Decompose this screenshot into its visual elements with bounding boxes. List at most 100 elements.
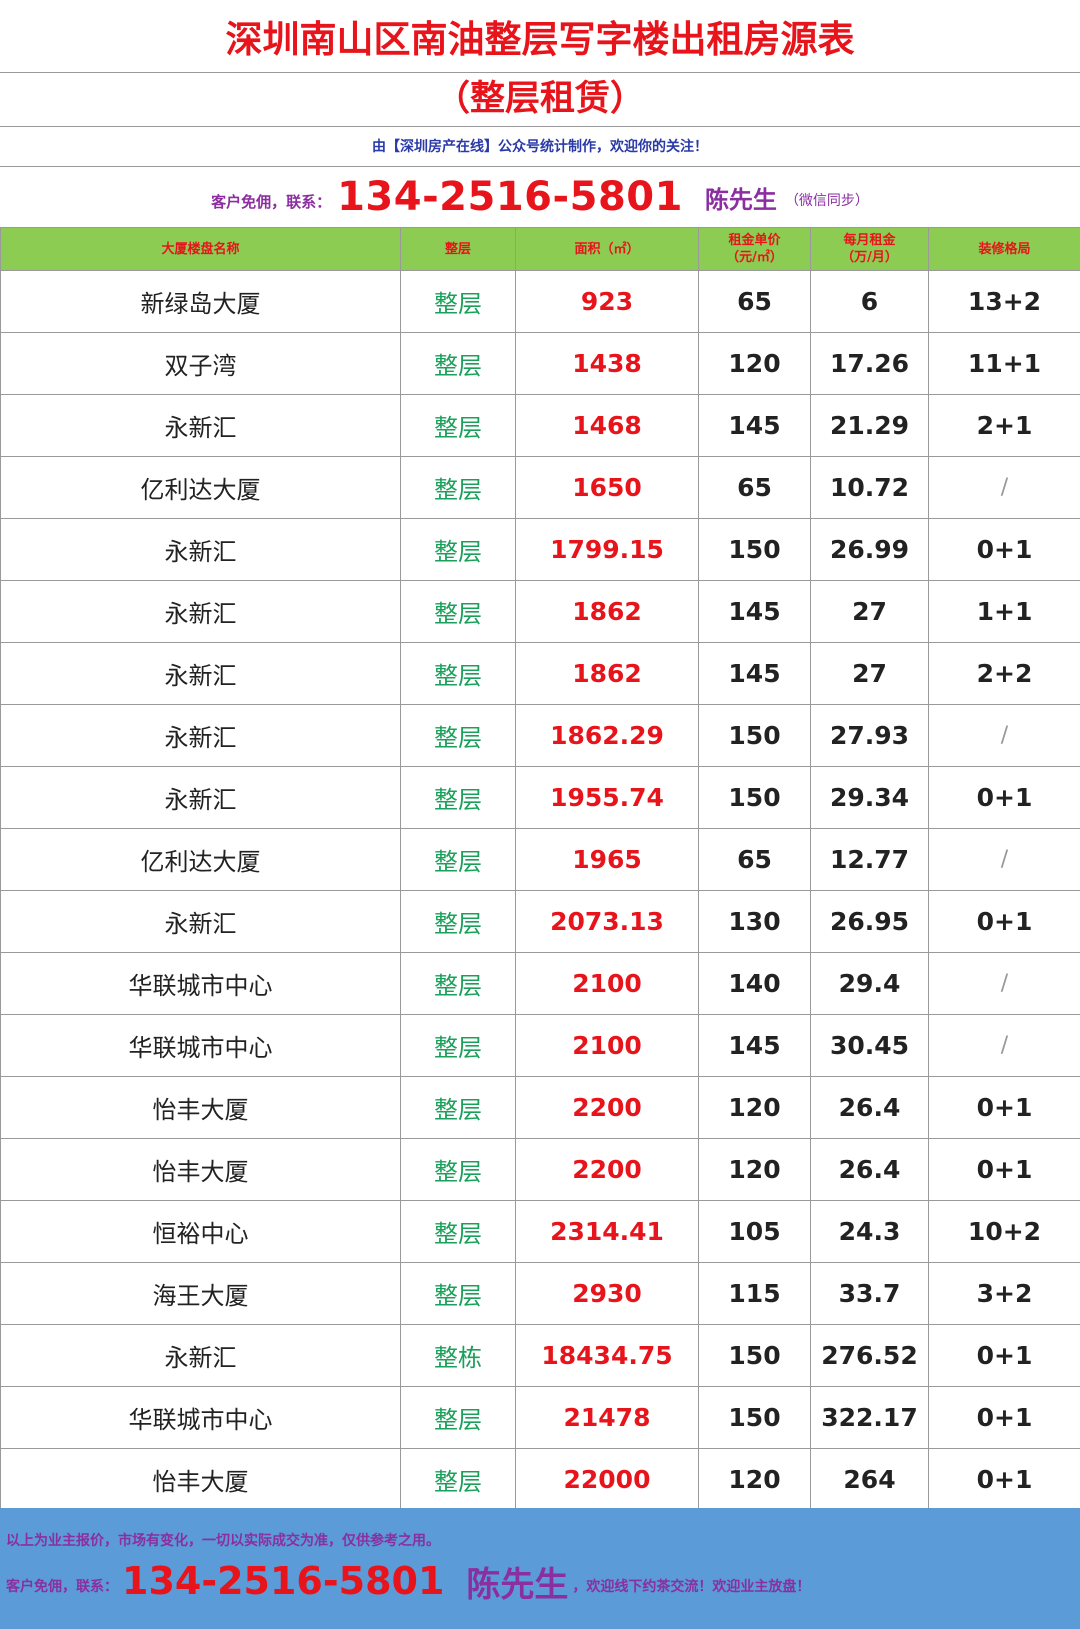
cell-lease-type: 整层 — [400, 332, 516, 395]
cell-unit-price: 120 — [698, 332, 811, 395]
cell-unit-price: 105 — [698, 1200, 811, 1263]
cell-lease-type: 整层 — [400, 642, 516, 705]
table-row: 恒裕中心 整层 2314.41 105 24.3 10+2 — [0, 1200, 1080, 1263]
cell-layout: 0+1 — [928, 1386, 1080, 1449]
cell-building-name: 永新汇 — [0, 704, 401, 767]
cell-layout: 0+1 — [928, 1448, 1080, 1511]
cell-building-name: 海王大厦 — [0, 1262, 401, 1325]
table-row: 永新汇 整层 1862 145 27 2+2 — [0, 642, 1080, 705]
cell-building-name: 怡丰大厦 — [0, 1076, 401, 1139]
table-row: 永新汇 整层 1468 145 21.29 2+1 — [0, 394, 1080, 457]
cell-area: 1955.74 — [515, 766, 699, 829]
cell-area: 1438 — [515, 332, 699, 395]
col-header-layout: 装修格局 — [928, 227, 1080, 271]
cell-area: 1862.29 — [515, 704, 699, 767]
cell-monthly-rent: 6 — [810, 270, 929, 333]
cell-building-name: 亿利达大厦 — [0, 828, 401, 891]
table-row: 亿利达大厦 整层 1965 65 12.77/ — [0, 828, 1080, 891]
cell-building-name: 永新汇 — [0, 580, 401, 643]
cell-unit-price: 145 — [698, 580, 811, 643]
cell-layout: 0+1 — [928, 1076, 1080, 1139]
cell-unit-price: 145 — [698, 642, 811, 705]
cell-lease-type: 整层 — [400, 1448, 516, 1511]
table-row: 永新汇 整栋 18434.75 150 276.52 0+1 — [0, 1324, 1080, 1387]
cell-lease-type: 整层 — [400, 580, 516, 643]
cell-unit-price: 120 — [698, 1448, 811, 1511]
cell-area: 22000 — [515, 1448, 699, 1511]
cell-monthly-rent: 29.34 — [810, 766, 929, 829]
cell-layout: / — [928, 704, 1080, 767]
cell-lease-type: 整层 — [400, 1262, 516, 1325]
cell-layout: 0+1 — [928, 766, 1080, 829]
cell-unit-price: 120 — [698, 1138, 811, 1201]
cell-layout: / — [928, 456, 1080, 519]
cell-monthly-rent: 276.52 — [810, 1324, 929, 1387]
cell-area: 1862 — [515, 580, 699, 643]
table-row: 怡丰大厦 整层 2200 120 26.4 0+1 — [0, 1138, 1080, 1201]
table-row: 怡丰大厦 整层 2200 120 26.4 0+1 — [0, 1076, 1080, 1139]
cell-area: 21478 — [515, 1386, 699, 1449]
cell-building-name: 永新汇 — [0, 394, 401, 457]
cell-area: 2100 — [515, 1014, 699, 1077]
cell-area: 1468 — [515, 394, 699, 457]
table-row: 永新汇 整层 1799.15 150 26.99 0+1 — [0, 518, 1080, 581]
table-row: 永新汇 整层 1862.29 150 27.93/ — [0, 704, 1080, 767]
cell-area: 2200 — [515, 1076, 699, 1139]
cell-monthly-rent: 33.7 — [810, 1262, 929, 1325]
cell-lease-type: 整层 — [400, 1138, 516, 1201]
cell-lease-type: 整层 — [400, 766, 516, 829]
listing-sheet: 深圳南山区南油整层写字楼出租房源表 （整层租赁） 由【深圳房产在线】公众号统计制… — [0, 0, 1080, 1629]
contact-label: 客户免佣，联系： — [211, 192, 332, 211]
cell-lease-type: 整层 — [400, 456, 516, 519]
wechat-sync-note: （微信同步） — [784, 193, 869, 209]
cell-monthly-rent: 30.45 — [810, 1014, 929, 1077]
cell-unit-price: 150 — [698, 518, 811, 581]
table-row: 亿利达大厦 整层 1650 65 10.72/ — [0, 456, 1080, 519]
cell-building-name: 恒裕中心 — [0, 1200, 401, 1263]
cell-unit-price: 120 — [698, 1076, 811, 1139]
cell-monthly-rent: 17.26 — [810, 332, 929, 395]
cell-layout: 0+1 — [928, 1138, 1080, 1201]
footer-phone: 134-2516-5801 — [122, 1559, 445, 1603]
cell-monthly-rent: 26.4 — [810, 1138, 929, 1201]
cell-building-name: 亿利达大厦 — [0, 456, 401, 519]
cell-building-name: 永新汇 — [0, 518, 401, 581]
cell-lease-type: 整层 — [400, 704, 516, 767]
cell-building-name: 永新汇 — [0, 1324, 401, 1387]
table-row: 永新汇 整层 2073.13 130 26.95 0+1 — [0, 890, 1080, 953]
cell-layout: 0+1 — [928, 518, 1080, 581]
cell-layout: 13+2 — [928, 270, 1080, 333]
cell-area: 2930 — [515, 1262, 699, 1325]
cell-monthly-rent: 27.93 — [810, 704, 929, 767]
cell-monthly-rent: 12.77 — [810, 828, 929, 891]
cell-layout: / — [928, 952, 1080, 1015]
cell-building-name: 华联城市中心 — [0, 1014, 401, 1077]
cell-layout: 0+1 — [928, 890, 1080, 953]
cell-building-name: 永新汇 — [0, 890, 401, 953]
cell-monthly-rent: 322.17 — [810, 1386, 929, 1449]
contact-name: 陈先生 — [704, 185, 777, 214]
cell-area: 2314.41 — [515, 1200, 699, 1263]
cell-layout: 2+2 — [928, 642, 1080, 705]
cell-building-name: 华联城市中心 — [0, 952, 401, 1015]
cell-area: 2073.13 — [515, 890, 699, 953]
cell-unit-price: 145 — [698, 1014, 811, 1077]
table-row: 永新汇 整层 1862 145 27 1+1 — [0, 580, 1080, 643]
cell-unit-price: 65 — [698, 270, 811, 333]
cell-monthly-rent: 26.95 — [810, 890, 929, 953]
footer-contact: 客户免佣，联系： 134-2516-5801 陈先生 ，欢迎线下约茶交流！欢迎业… — [6, 1556, 810, 1606]
col-header-building: 大厦楼盘名称 — [0, 227, 401, 271]
page-subtitle: （整层租赁） — [0, 73, 1080, 127]
cell-layout: / — [928, 1014, 1080, 1077]
cell-lease-type: 整层 — [400, 828, 516, 891]
cell-monthly-rent: 27 — [810, 642, 929, 705]
cell-lease-type: 整层 — [400, 1200, 516, 1263]
cell-layout: 10+2 — [928, 1200, 1080, 1263]
cell-monthly-rent: 27 — [810, 580, 929, 643]
col-header-type: 整层 — [400, 227, 516, 271]
cell-unit-price: 150 — [698, 766, 811, 829]
cell-building-name: 永新汇 — [0, 766, 401, 829]
table-row: 华联城市中心 整层 21478 150 322.17 0+1 — [0, 1386, 1080, 1449]
cell-monthly-rent: 264 — [810, 1448, 929, 1511]
col-header-monthly-rent: 每月租金 （万/月） — [810, 227, 929, 271]
